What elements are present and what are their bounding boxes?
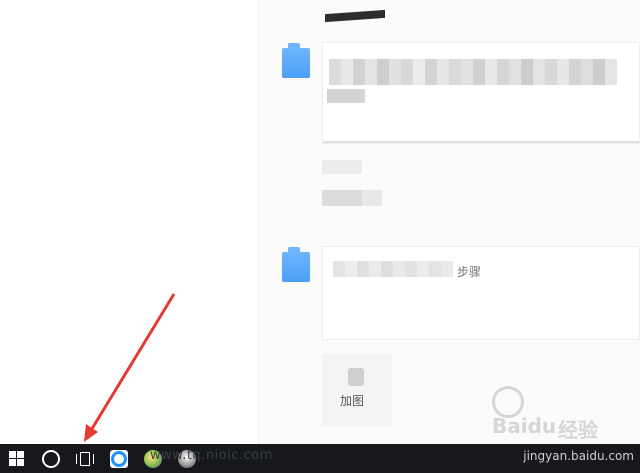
edge-browser-button[interactable] — [102, 444, 136, 473]
task-view-icon — [76, 451, 94, 466]
faint-url-watermark: www.tq.nioic.com — [150, 448, 273, 463]
windows-logo-icon — [9, 450, 25, 467]
task-view-button[interactable] — [68, 444, 102, 473]
start-button[interactable] — [0, 444, 34, 473]
edge-icon — [110, 449, 128, 468]
annotation-arrow — [84, 293, 176, 442]
cortana-button[interactable] — [34, 444, 68, 473]
cortana-circle-icon — [42, 449, 60, 468]
site-watermark: jingyan.baidu.com — [523, 449, 634, 463]
